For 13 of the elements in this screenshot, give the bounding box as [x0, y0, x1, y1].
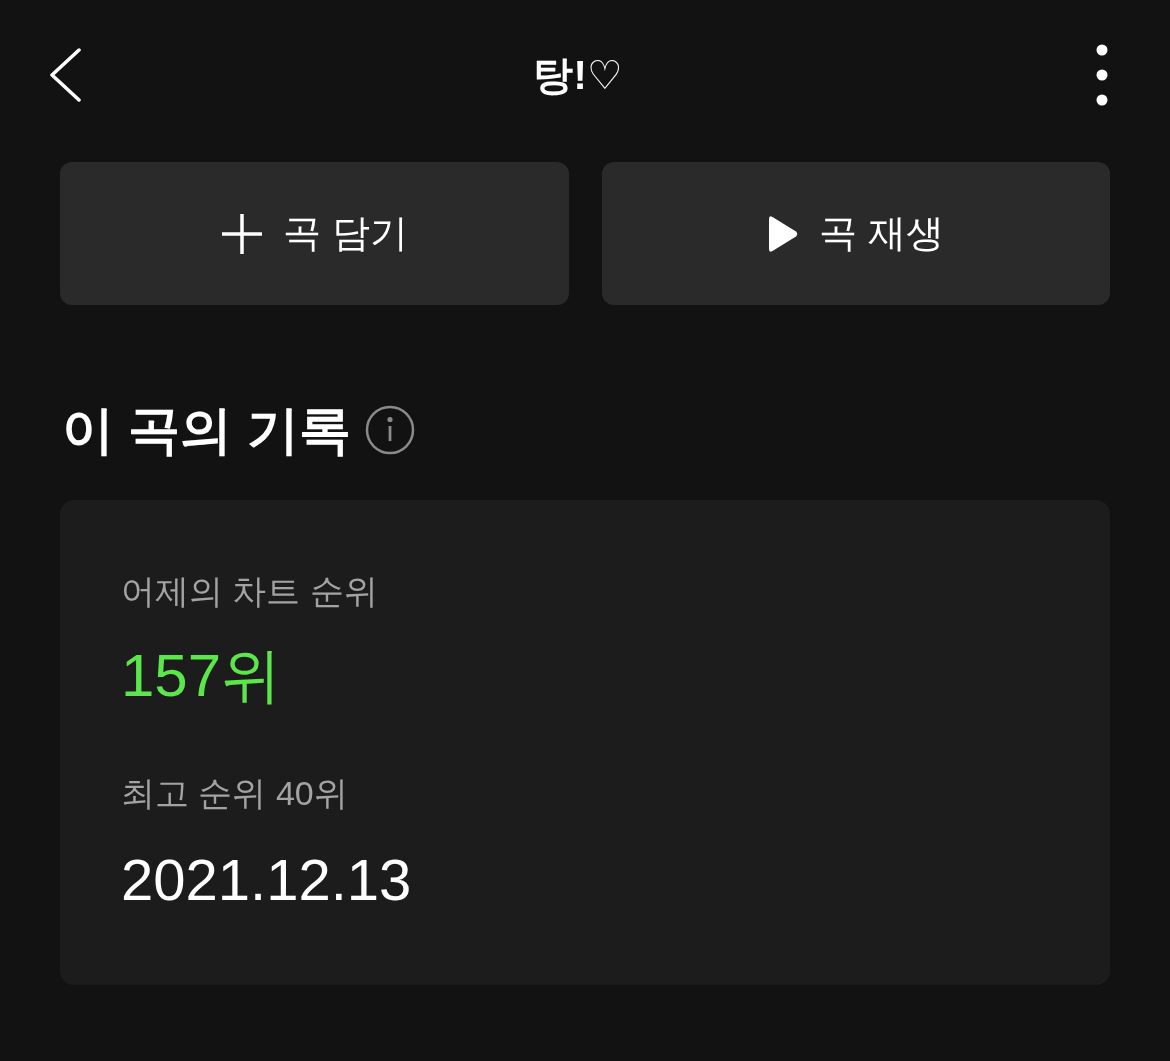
peak-rank-label: 최고 순위 40위: [121, 773, 348, 813]
play-icon: [767, 214, 800, 253]
plus-icon: [220, 212, 263, 255]
section-heading: 이 곡의 기록: [62, 400, 351, 461]
info-icon[interactable]: [364, 405, 415, 455]
more-icon: [1096, 44, 1108, 106]
back-icon: [48, 48, 82, 102]
play-song-button[interactable]: 곡 재생: [601, 162, 1110, 305]
add-song-button[interactable]: 곡 담기: [60, 162, 569, 305]
yesterday-rank-label: 어제의 차트 순위: [121, 571, 378, 611]
peak-rank-date: 2021.12.13: [121, 846, 412, 914]
yesterday-rank-value: 157위: [121, 641, 282, 711]
song-title: 탕!♡: [532, 52, 624, 99]
